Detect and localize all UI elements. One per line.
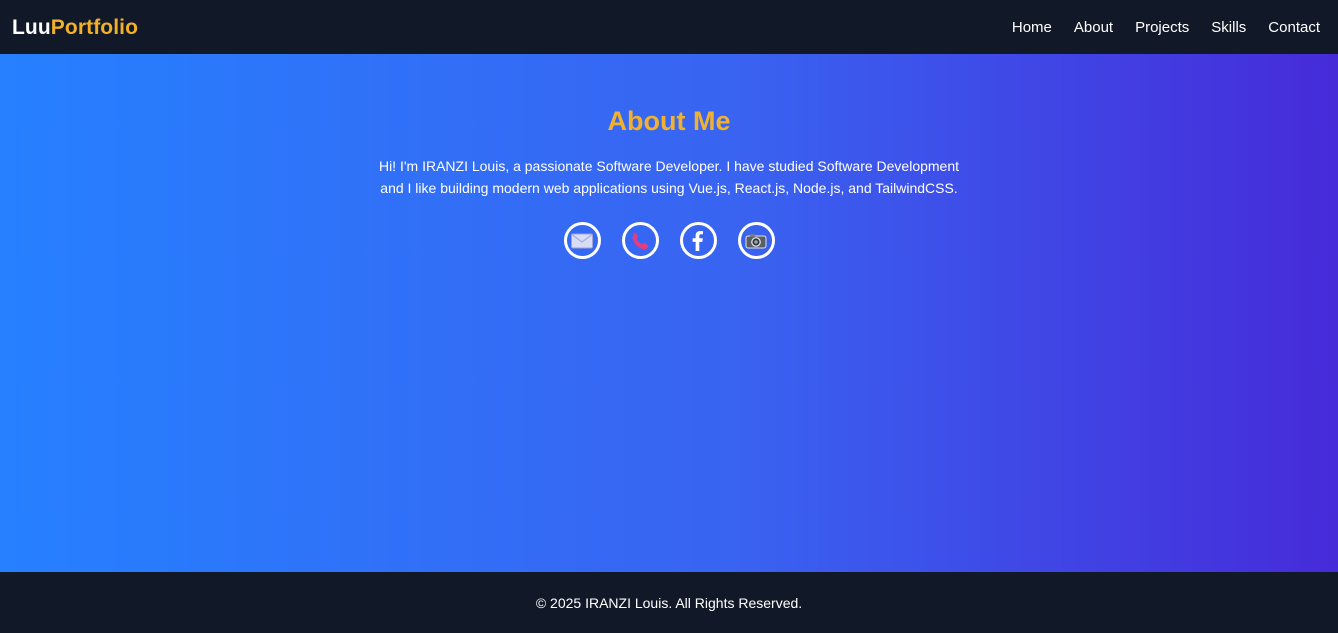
camera-icon — [745, 234, 767, 249]
nav-contact[interactable]: Contact — [1268, 20, 1320, 35]
facebook-button[interactable] — [679, 222, 717, 260]
brand-logo[interactable]: Luu Portfolio — [12, 17, 138, 38]
top-navbar: Luu Portfolio Home About Projects Skills … — [0, 0, 1338, 54]
brand-logo-part1: Luu — [12, 15, 51, 39]
footer: © 2025 IRANZI Louis. All Rights Reserved… — [0, 572, 1338, 633]
nav-home[interactable]: Home — [1012, 20, 1052, 35]
brand-logo-part2: Portfolio — [50, 15, 139, 39]
camera-button[interactable] — [737, 222, 775, 260]
about-text: Hi! I'm IRANZI Louis, a passionate Softw… — [378, 158, 960, 197]
nav-projects[interactable]: Projects — [1135, 20, 1189, 35]
about-section: About Me Hi! I'm IRANZI Louis, a passion… — [0, 54, 1338, 572]
mail-icon — [571, 233, 593, 249]
social-links — [563, 222, 775, 260]
phone-icon — [632, 232, 649, 250]
footer-copyright: © 2025 IRANZI Louis. All Rights Reserved… — [535, 594, 803, 611]
facebook-icon — [692, 230, 703, 251]
mail-button[interactable] — [563, 222, 601, 260]
about-title: About Me — [607, 106, 731, 136]
nav-skills[interactable]: Skills — [1211, 20, 1246, 35]
primary-nav: Home About Projects Skills Contact — [1012, 20, 1320, 35]
nav-about[interactable]: About — [1074, 20, 1113, 35]
phone-button[interactable] — [621, 222, 659, 260]
